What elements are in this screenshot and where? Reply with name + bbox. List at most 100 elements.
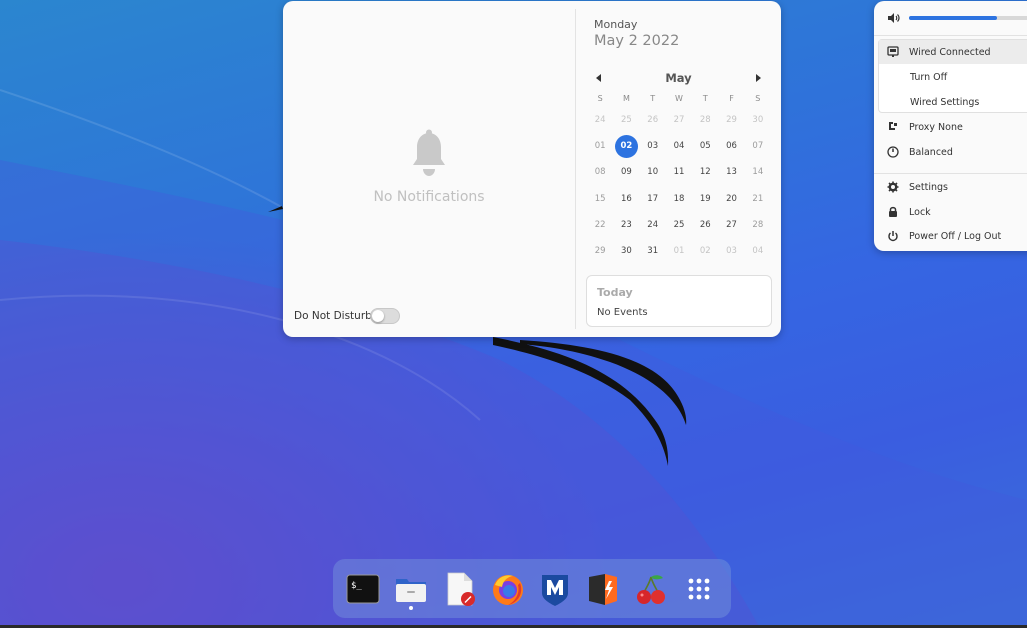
calendar-day[interactable]: 06 [718,134,744,158]
calendar-day[interactable]: 26 [640,108,666,132]
date-menu-popover: No Notifications Do Not Disturb Monday M… [283,1,781,337]
calendar-day[interactable]: 29 [718,108,744,132]
calendar-day[interactable]: 24 [640,213,666,237]
settings-item[interactable]: Settings [909,182,948,193]
calendar-grid: 24 25 26 27 28 29 30 01 02 03 04 05 06 07 08 09 10 11 12 13… [587,107,771,264]
weekday-header: S [755,94,761,103]
lock-item[interactable]: Lock [909,207,931,218]
calendar-day[interactable]: 02 [692,239,718,263]
calendar-day[interactable]: 15 [587,187,613,211]
files-launcher[interactable] [393,571,429,607]
calendar-day[interactable]: 03 [718,239,744,263]
full-date-label[interactable]: May 2 2022 [594,33,679,49]
turn-off-item[interactable]: Turn Off [910,72,947,83]
volume-slider[interactable] [909,16,1027,20]
running-indicator [409,606,413,610]
calendar-day[interactable]: 22 [587,213,613,237]
no-notifications-text: No Notifications [373,189,485,205]
calendar-day[interactable]: 08 [587,160,613,184]
network-wired-icon [887,46,899,57]
calendar-day[interactable]: 04 [666,134,692,158]
calendar-day[interactable]: 29 [587,239,613,263]
metasploit-launcher[interactable] [537,571,573,607]
show-applications-button[interactable] [681,571,717,607]
calendar-day[interactable]: 09 [613,160,639,184]
events-section[interactable]: Today No Events [586,275,772,327]
calendar-week-row: 22 23 24 25 26 27 28 [587,212,771,238]
calendar-day[interactable]: 30 [613,239,639,263]
calendar-day[interactable]: 11 [666,160,692,184]
calendar-day-number: 02 [614,135,638,159]
calendar-day-today[interactable]: 02 [613,134,639,159]
calendar-day[interactable]: 25 [666,213,692,237]
notification-list: No Notifications Do Not Disturb [283,1,575,337]
dash: $_ [333,559,731,618]
wired-settings-item[interactable]: Wired Settings [910,97,979,108]
power-mode-item[interactable]: Balanced [909,147,953,158]
system-menu: Wired Connected Turn Off Wired Settings … [874,1,1027,251]
calendar-pane: Monday May 2 2022 May SMTWTFS 24 25 26 27 28… [576,1,781,337]
volume-slider-fill [909,16,998,20]
weekday-header: F [729,94,734,103]
proxy-item[interactable]: Proxy None [909,122,963,133]
cherrytree-launcher[interactable] [633,571,669,607]
burp-suite-icon [589,574,617,605]
power-off-log-out-item[interactable]: Power Off / Log Out [909,231,1001,242]
calendar-day[interactable]: 20 [718,187,744,211]
calendar-week-row: 08 09 10 11 12 13 14 [587,159,771,185]
next-month-icon[interactable] [753,72,763,84]
calendar-day[interactable]: 14 [745,160,771,184]
calendar-day[interactable]: 28 [745,213,771,237]
calendar-day[interactable]: 19 [692,187,718,211]
files-icon [396,579,426,602]
calendar-day[interactable]: 27 [718,213,744,237]
weekday-header: T [702,94,708,103]
calendar-day[interactable]: 18 [666,187,692,211]
show-apps-icon [688,578,710,600]
do-not-disturb-toggle[interactable] [370,308,400,324]
calendar-day[interactable]: 07 [745,134,771,158]
calendar-day[interactable]: 13 [718,160,744,184]
calendar-day[interactable]: 31 [640,239,666,263]
calendar-day[interactable]: 21 [745,187,771,211]
calendar-day[interactable]: 16 [613,187,639,211]
firefox-launcher[interactable] [490,571,526,607]
calendar-day[interactable]: 04 [745,239,771,263]
calendar-day[interactable]: 26 [692,213,718,237]
weekday-label[interactable]: Monday [594,18,637,31]
calendar-day[interactable]: 28 [692,108,718,132]
calendar-day[interactable]: 25 [613,108,639,132]
calendar-day[interactable]: 05 [692,134,718,158]
calendar-day[interactable]: 03 [640,134,666,158]
gear-icon [887,181,899,193]
calendar-week-row: 29 30 31 01 02 03 04 [587,238,771,264]
calendar-day[interactable]: 01 [666,239,692,263]
burp-suite-launcher[interactable] [585,571,621,607]
calendar-day[interactable]: 24 [587,108,613,132]
calendar-day[interactable]: 01 [587,134,613,158]
weekday-header: W [675,94,683,103]
svg-text:$_: $_ [351,581,362,591]
month-label: May [665,71,692,85]
no-events-text: No Events [597,307,648,318]
text-editor-launcher[interactable] [442,571,478,607]
weekday-header: S [597,94,603,103]
calendar-day[interactable]: 12 [692,160,718,184]
metasploit-icon [542,575,568,606]
lock-icon [889,206,897,217]
proxy-icon [889,122,897,130]
cherrytree-icon [637,575,665,604]
toggle-knob [372,310,384,322]
calendar-day[interactable]: 27 [666,108,692,132]
separator [874,173,1027,174]
calendar-day[interactable]: 30 [745,108,771,132]
calendar-day[interactable]: 23 [613,213,639,237]
calendar-week-row: 01 02 03 04 05 06 07 [587,133,771,159]
events-heading: Today [597,286,633,299]
wired-connected-label: Wired Connected [909,47,991,58]
weekday-header-row: SMTWTFS [587,94,771,103]
wired-connected-item[interactable]: Wired Connected [879,40,1027,64]
calendar-day[interactable]: 10 [640,160,666,184]
calendar-day[interactable]: 17 [640,187,666,211]
terminal-launcher[interactable]: $_ [345,571,381,607]
